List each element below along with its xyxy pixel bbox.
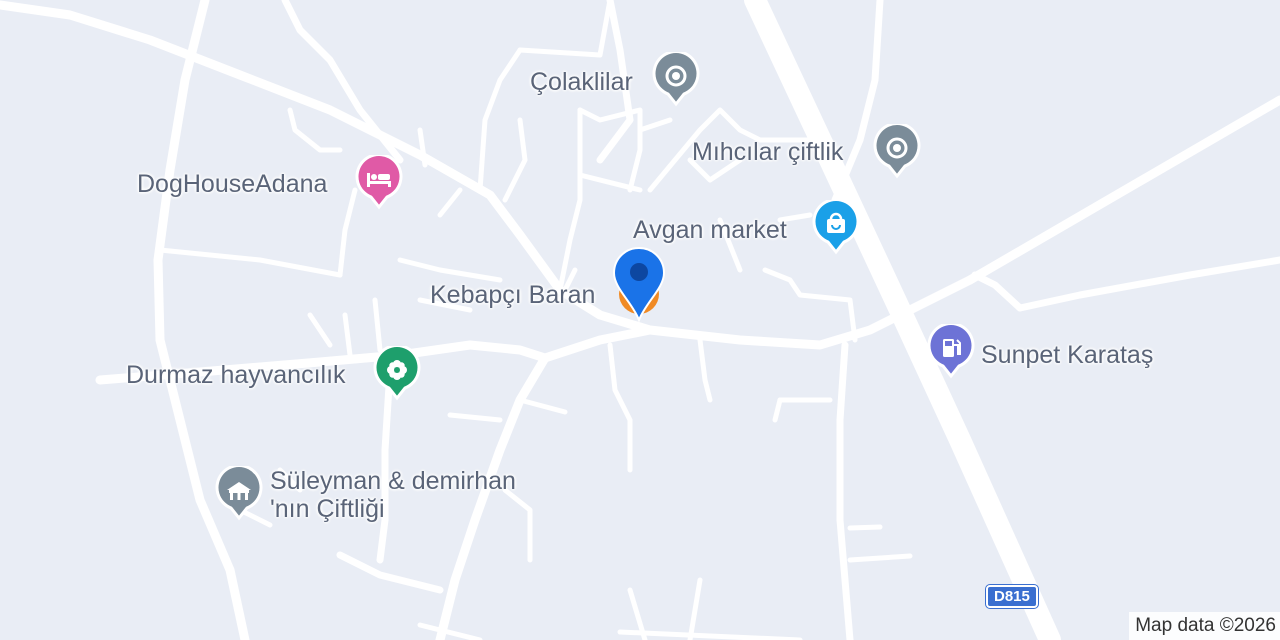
red-pin-icon	[612, 246, 666, 323]
poi-label: Avgan market	[633, 216, 787, 244]
poi-label: Çolaklilar	[530, 68, 633, 96]
shopping-bag-icon	[811, 198, 861, 256]
place-icon	[651, 50, 701, 108]
route-badge-d815: D815	[986, 585, 1038, 608]
map-attribution: Map data ©2026	[1129, 612, 1280, 640]
poi-label: Süleyman & demirhan 'nın Çiftliği	[270, 467, 516, 523]
poi-label: Mıhcılar çiftlik	[692, 138, 844, 166]
map-canvas[interactable]: Çolaklilar Mıhcılar çiftlik DogHouseAdan…	[0, 0, 1280, 640]
poi-label: DogHouseAdana	[137, 170, 328, 198]
highway-d815	[744, 0, 1061, 640]
selected-location-marker[interactable]	[612, 246, 666, 324]
hotel-bed-icon	[354, 153, 404, 211]
flower-icon	[372, 344, 422, 402]
poi-label: Kebapçı Baran	[430, 281, 596, 309]
farm-icon	[214, 464, 264, 522]
poi-label: Durmaz hayvancılık	[126, 361, 346, 389]
poi-label: Sunpet Karataş	[981, 341, 1154, 369]
gas-station-icon	[926, 322, 976, 380]
place-icon	[872, 122, 922, 180]
